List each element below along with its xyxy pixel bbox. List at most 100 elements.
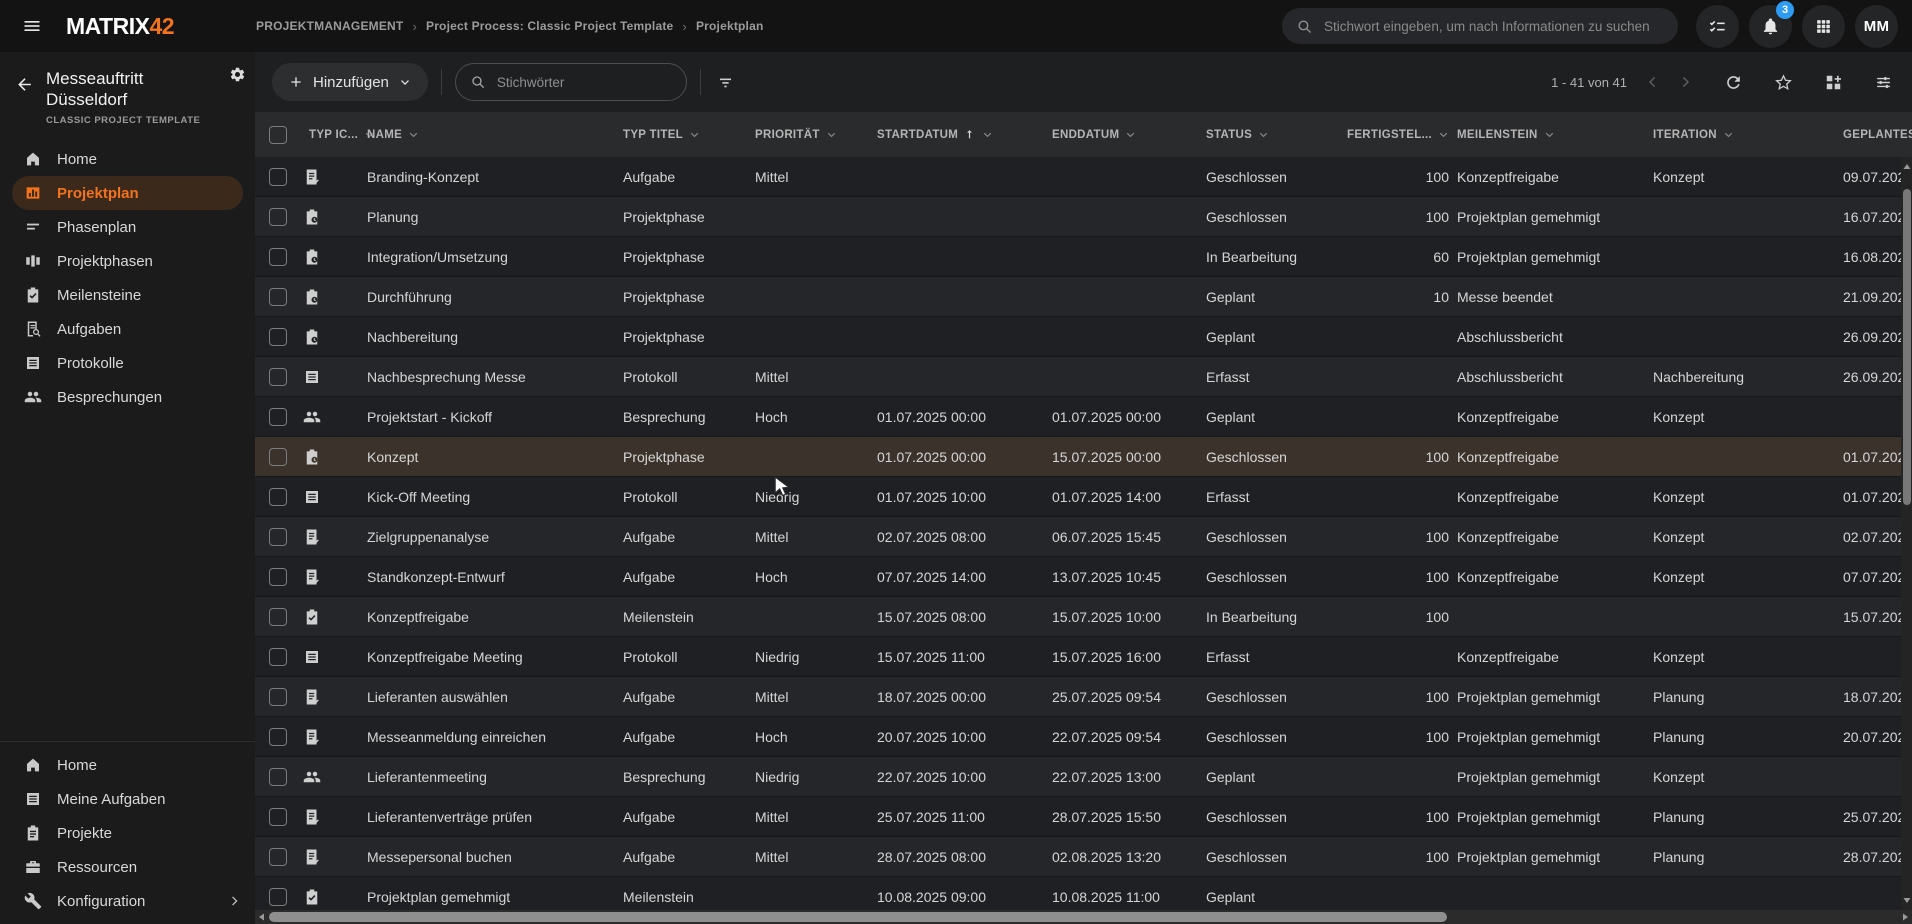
table-row[interactable]: Konzeptfreigabe Meeting Protokoll Niedri… (255, 637, 1912, 677)
row-checkbox[interactable] (269, 688, 287, 706)
tasks-checklist-button[interactable] (1696, 5, 1739, 48)
table-row[interactable]: Kick-Off Meeting Protokoll Niedrig 01.07… (255, 477, 1912, 517)
filter-button[interactable] (714, 70, 738, 94)
row-checkbox[interactable] (269, 768, 287, 786)
apps-grid-button[interactable] (1802, 5, 1845, 48)
table-row[interactable]: Messepersonal buchen Aufgabe Mittel 28.0… (255, 837, 1912, 877)
sidebar-item-phasenplan[interactable]: Phasenplan (0, 210, 255, 244)
table-row[interactable]: Standkonzept-Entwurf Aufgabe Hoch 07.07.… (255, 557, 1912, 597)
row-checkbox[interactable] (269, 208, 287, 226)
back-button[interactable] (12, 72, 36, 96)
table-row[interactable]: Konzeptfreigabe Meilenstein 15.07.2025 0… (255, 597, 1912, 637)
page-previous-button[interactable] (1643, 72, 1663, 92)
cell-typ-titel: Protokoll (615, 369, 747, 385)
sidebar-item-ressourcen[interactable]: Ressourcen (0, 850, 255, 884)
scroll-down-arrow-icon[interactable] (1903, 896, 1911, 904)
add-widget-button[interactable] (1821, 70, 1845, 94)
checklist-icon (1708, 17, 1727, 36)
hamburger-menu-button[interactable] (14, 8, 50, 44)
global-search[interactable] (1282, 8, 1678, 44)
breadcrumb-item[interactable]: PROJEKTMANAGEMENT (256, 19, 403, 33)
sidebar-item-konfiguration[interactable]: Konfiguration (0, 884, 255, 918)
refresh-button[interactable] (1721, 70, 1745, 94)
horizontal-scrollbar-thumb[interactable] (269, 912, 1447, 922)
table-row[interactable]: Lieferantenverträge prüfen Aufgabe Mitte… (255, 797, 1912, 837)
sidebar-item-besprechungen[interactable]: Besprechungen (0, 380, 255, 414)
table-row[interactable]: Planung Projektphase Geschlossen 100 Pro… (255, 197, 1912, 237)
sidebar-item-projektphasen[interactable]: Projektphasen (0, 244, 255, 278)
table-row[interactable]: Integration/Umsetzung Projektphase In Be… (255, 237, 1912, 277)
sidebar-item-meine-aufgaben[interactable]: Meine Aufgaben (0, 782, 255, 816)
row-checkbox[interactable] (269, 488, 287, 506)
sidebar-item-projektplan[interactable]: Projektplan (12, 176, 243, 210)
sidebar-item-protokolle[interactable]: Protokolle (0, 346, 255, 380)
row-checkbox[interactable] (269, 448, 287, 466)
row-checkbox[interactable] (269, 288, 287, 306)
table-row[interactable]: Messeanmeldung einreichen Aufgabe Hoch 2… (255, 717, 1912, 757)
table-row[interactable]: Lieferanten auswählen Aufgabe Mittel 18.… (255, 677, 1912, 717)
column-header-meilenstein[interactable]: MEILENSTEIN (1449, 128, 1645, 141)
breadcrumb-item[interactable]: Project Process: Classic Project Templat… (426, 19, 673, 33)
scroll-up-arrow-icon[interactable] (1903, 163, 1911, 171)
row-checkbox[interactable] (269, 368, 287, 386)
column-header-end[interactable]: ENDDATUM (1044, 128, 1198, 141)
column-header-prio[interactable]: PRIORITÄT (747, 128, 869, 141)
table-row[interactable]: Konzept Projektphase 01.07.2025 00:00 15… (255, 437, 1912, 477)
select-all-checkbox[interactable] (269, 126, 287, 144)
column-header-iteration[interactable]: ITERATION (1645, 128, 1835, 141)
table-row[interactable]: Zielgruppenanalyse Aufgabe Mittel 02.07.… (255, 517, 1912, 557)
row-checkbox[interactable] (269, 848, 287, 866)
sidebar-item-projekte[interactable]: Projekte (0, 816, 255, 850)
row-checkbox[interactable] (269, 608, 287, 626)
view-settings-button[interactable] (1871, 70, 1895, 94)
horizontal-scrollbar[interactable] (255, 910, 1912, 924)
column-header-typ_icon[interactable]: TYP IC... (301, 128, 359, 141)
scroll-right-arrow-icon[interactable] (1901, 913, 1909, 921)
sidebar-item-meilensteine[interactable]: Meilensteine (0, 278, 255, 312)
scroll-left-arrow-icon[interactable] (258, 913, 266, 921)
column-header-start[interactable]: STARTDATUM (869, 128, 1044, 141)
row-checkbox[interactable] (269, 168, 287, 186)
matrix42-logo[interactable]: MATRIX42 (66, 13, 174, 40)
cell-meilenstein: Projektplan gemehmigt (1449, 689, 1645, 705)
keyword-search[interactable] (455, 63, 687, 101)
row-checkbox[interactable] (269, 248, 287, 266)
table-row[interactable]: Nachbesprechung Messe Protokoll Mittel E… (255, 357, 1912, 397)
add-button[interactable]: Hinzufügen (272, 63, 428, 101)
row-checkbox[interactable] (269, 328, 287, 346)
sidebar-item-aufgaben[interactable]: Aufgaben (0, 312, 255, 346)
row-checkbox[interactable] (269, 808, 287, 826)
cell-status: Geschlossen (1198, 849, 1339, 865)
row-checkbox[interactable] (269, 888, 287, 906)
column-header-typ[interactable]: TYP TITEL (615, 128, 747, 141)
row-checkbox[interactable] (269, 648, 287, 666)
keyword-search-input[interactable] (495, 74, 672, 91)
sidebar-item-home[interactable]: Home (0, 142, 255, 176)
cell-name: Zielgruppenanalyse (359, 529, 615, 545)
vertical-scrollbar-thumb[interactable] (1903, 189, 1911, 505)
favorite-button[interactable] (1771, 70, 1795, 94)
row-checkbox[interactable] (269, 408, 287, 426)
column-header-status[interactable]: STATUS (1198, 128, 1339, 141)
table-row[interactable]: Nachbereitung Projektphase Geplant Absch… (255, 317, 1912, 357)
user-avatar[interactable]: MM (1855, 5, 1898, 48)
column-header-label: NAME (367, 129, 402, 141)
project-settings-button[interactable] (225, 62, 249, 86)
column-header-name[interactable]: NAME (359, 128, 615, 141)
table-row[interactable]: Lieferantenmeeting Besprechung Niedrig 2… (255, 757, 1912, 797)
vertical-scrollbar[interactable] (1901, 157, 1912, 910)
sidebar-item-home-bottom[interactable]: Home (0, 748, 255, 782)
table-row[interactable]: Branding-Konzept Aufgabe Mittel Geschlos… (255, 157, 1912, 197)
sidebar-item-label: Projekte (57, 825, 241, 842)
page-next-button[interactable] (1675, 72, 1695, 92)
column-header-fertig[interactable]: FERTIGSTEL... (1339, 128, 1449, 141)
table-row[interactable]: Durchführung Projektphase Geplant 10 Mes… (255, 277, 1912, 317)
column-header-geplant[interactable]: GEPLANTES (1835, 129, 1912, 141)
row-checkbox[interactable] (269, 728, 287, 746)
global-search-input[interactable] (1322, 18, 1664, 35)
table-row[interactable]: Projektstart - Kickoff Besprechung Hoch … (255, 397, 1912, 437)
row-checkbox[interactable] (269, 568, 287, 586)
breadcrumb-item[interactable]: Projektplan (696, 19, 764, 33)
notifications-button[interactable]: 3 (1749, 5, 1792, 48)
row-checkbox[interactable] (269, 528, 287, 546)
